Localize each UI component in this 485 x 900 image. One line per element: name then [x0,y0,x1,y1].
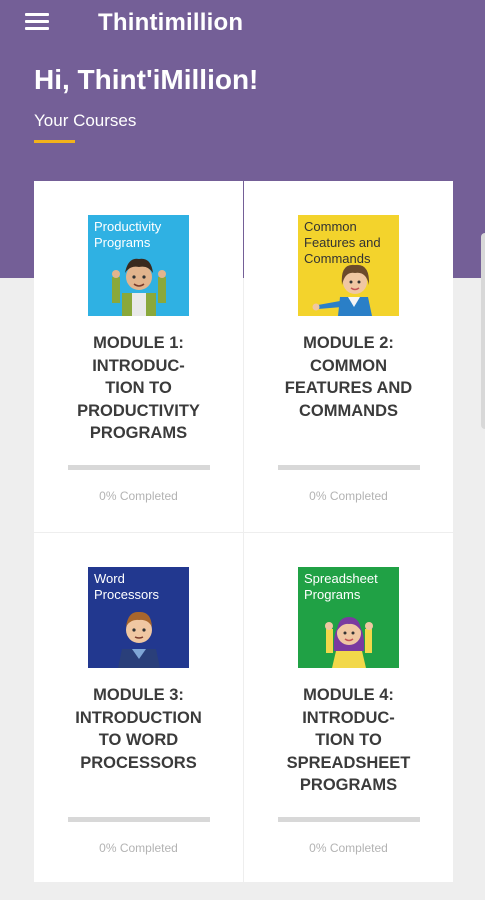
thumbnail-caption: Productivity Programs [94,219,162,250]
progress-bar [278,817,420,822]
thumbnail-caption: Common Features and Commands [304,219,381,266]
module-title: MODULE 1: INTRODUC- TION TO PRODUCTIVITY… [77,334,200,442]
module-title: MODULE 4: INTRODUC- TION TO SPREADSHEET … [286,686,411,794]
section-underline [34,140,75,143]
progress-label: 0% Completed [309,841,388,855]
module-title: MODULE 2: COMMON FEATURES AND COMMANDS [284,334,413,420]
thumbnail-caption: Word Processors [94,571,160,602]
course-thumbnail: Word Processors [88,567,189,668]
course-card-module-2[interactable]: Common Features and Commands MODULE 2: C… [244,181,453,532]
your-courses-label: Your Courses [34,111,137,130]
course-thumbnail: Spreadsheet Programs [298,567,399,668]
thumbnail-caption: Spreadsheet Programs [304,571,378,602]
side-drawer-handle[interactable] [481,233,485,429]
course-card-module-3[interactable]: Word Processors MODULE 3: INTRODUCTION T… [34,533,243,882]
module-title: MODULE 3: INTRODUCTION TO WORD PROCESSOR… [75,686,202,772]
greeting-heading: Hi, Thint'iMillion! [34,64,259,95]
progress-bar [68,465,210,470]
progress-bar [68,817,210,822]
progress-label: 0% Completed [309,489,388,503]
course-thumbnail: Productivity Programs [88,215,189,316]
app-title: Thintimillion [98,9,244,36]
hamburger-menu-icon[interactable] [22,10,52,34]
progress-bar [278,465,420,470]
course-card-module-1[interactable]: Productivity Programs MODULE 1: INTRODUC… [34,181,243,532]
progress-label: 0% Completed [99,489,178,503]
course-card-module-4[interactable]: Spreadsheet Programs MODULE 4: INTRODUC-… [244,533,453,882]
course-thumbnail: Common Features and Commands [298,215,399,316]
progress-label: 0% Completed [99,841,178,855]
app-bar: Thintimillion [0,0,485,46]
